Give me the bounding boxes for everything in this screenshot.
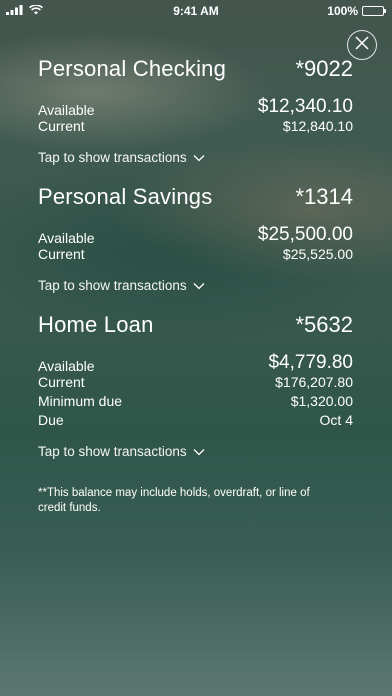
balance-row-current: Current $25,525.00 xyxy=(38,246,353,265)
status-right: 100% xyxy=(327,4,386,18)
balance-label: Current xyxy=(38,118,85,134)
balance-value: Oct 4 xyxy=(319,412,353,428)
balance-label: Due xyxy=(38,412,64,428)
account-header: Personal Savings *1314 xyxy=(38,184,353,220)
balance-value: $25,525.00 xyxy=(282,246,353,262)
chevron-down-icon xyxy=(193,150,205,165)
show-transactions-label: Tap to show transactions xyxy=(38,149,187,165)
balance-value: $176,207.80 xyxy=(275,374,353,390)
account-card-home-loan: Home Loan *5632 Available $4,779.80 Curr… xyxy=(38,312,353,461)
show-transactions-label: Tap to show transactions xyxy=(38,443,187,459)
balance-row-minimum-due: Minimum due $1,320.00 xyxy=(38,393,353,412)
account-name: Personal Savings xyxy=(38,184,213,209)
accounts-list: Personal Checking *9022 Available $12,34… xyxy=(38,56,353,461)
account-header: Home Loan *5632 xyxy=(38,312,353,348)
show-transactions-label: Tap to show transactions xyxy=(38,277,187,293)
balance-row-current: Current $12,840.10 xyxy=(38,118,353,137)
account-name: Personal Checking xyxy=(38,56,227,81)
account-number: *1314 xyxy=(295,184,353,209)
account-number: *5632 xyxy=(295,312,353,337)
show-transactions-toggle[interactable]: Tap to show transactions xyxy=(38,441,353,461)
balance-label: Available xyxy=(38,230,95,246)
chevron-down-icon xyxy=(193,278,205,293)
balance-label: Current xyxy=(38,246,85,262)
account-card-checking: Personal Checking *9022 Available $12,34… xyxy=(38,56,353,184)
show-transactions-toggle[interactable]: Tap to show transactions xyxy=(38,147,353,167)
battery-icon xyxy=(362,6,386,16)
show-transactions-toggle[interactable]: Tap to show transactions xyxy=(38,275,353,295)
account-card-savings: Personal Savings *1314 Available $25,500… xyxy=(38,184,353,312)
balance-label: Minimum due xyxy=(38,393,123,409)
balance-label: Available xyxy=(38,102,95,118)
balance-label: Current xyxy=(38,374,85,390)
account-number: *9022 xyxy=(295,56,353,81)
balance-footnote: **This balance may include holds, overdr… xyxy=(38,487,310,514)
balance-row-available: Available $25,500.00 xyxy=(38,220,353,246)
balance-label: Available xyxy=(38,358,95,374)
balance-row-available: Available $4,779.80 xyxy=(38,348,353,374)
balance-value: $1,320.00 xyxy=(290,393,353,409)
account-name: Home Loan xyxy=(38,312,154,337)
balance-row-available: Available $12,340.10 xyxy=(38,92,353,118)
balance-value: $4,779.80 xyxy=(268,352,353,373)
close-icon xyxy=(355,35,369,55)
balance-row-due-date: Due Oct 4 xyxy=(38,412,353,431)
account-header: Personal Checking *9022 xyxy=(38,56,353,92)
balance-row-current: Current $176,207.80 xyxy=(38,374,353,393)
battery-percent: 100% xyxy=(327,4,358,18)
balance-value: $12,840.10 xyxy=(282,118,353,134)
balance-value: $12,340.10 xyxy=(257,96,353,117)
status-bar: 9:41 AM 100% xyxy=(0,0,392,22)
chevron-down-icon xyxy=(193,444,205,459)
balance-value: $25,500.00 xyxy=(257,224,353,245)
